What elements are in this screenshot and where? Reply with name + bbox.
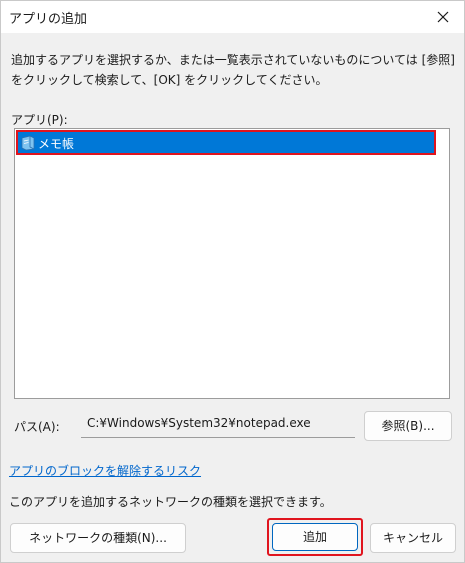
network-types-button[interactable]: ネットワークの種類(N)... [10,523,186,553]
dialog-body: 追加するアプリを選択するか、または一覧表示されていないものについては [参照] … [1,33,464,562]
notepad-icon [21,135,35,151]
browse-button[interactable]: 参照(B)... [364,411,452,441]
path-label: パス(A): [14,420,60,434]
network-type-description: このアプリを追加するネットワークの種類を選択できます。 [9,495,332,509]
cancel-button[interactable]: キャンセル [370,523,456,553]
add-app-dialog: アプリの追加 追加するアプリを選択するか、または一覧表示されていないものについて… [0,0,465,563]
close-button[interactable] [426,3,460,31]
list-item-label: メモ帳 [38,137,75,151]
app-list[interactable]: メモ帳 [14,128,450,399]
window-title: アプリの追加 [9,12,88,27]
add-button[interactable]: 追加 [272,523,358,551]
path-field: C:¥Windows¥System32¥notepad.exe [81,410,355,438]
unblock-risk-link[interactable]: アプリのブロックを解除するリスク [9,462,201,479]
apps-label: アプリ(P): [11,113,68,127]
path-value: C:¥Windows¥System32¥notepad.exe [87,416,311,430]
list-item-notepad[interactable]: メモ帳 [16,130,436,155]
title-bar: アプリの追加 [1,1,464,33]
instruction-text: 追加するアプリを選択するか、または一覧表示されていないものについては [参照] … [11,53,455,87]
close-icon [437,11,449,23]
